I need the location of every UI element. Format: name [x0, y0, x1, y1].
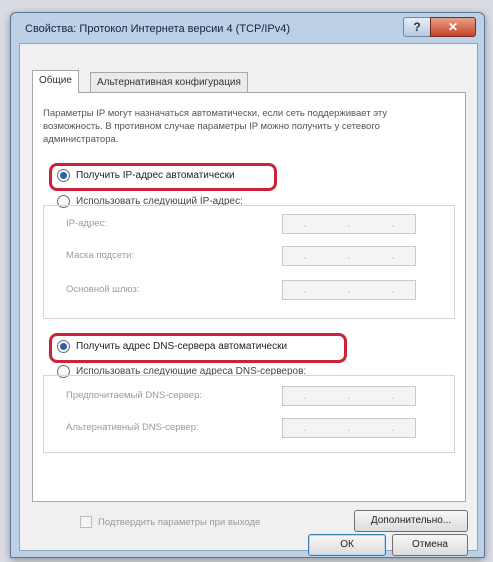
ip-dot: .	[303, 250, 307, 262]
ip-dot: .	[347, 218, 351, 230]
ip-fields-group: IP-адрес: ... Маска подсети: ... Основно…	[43, 205, 455, 319]
ip-auto-radio[interactable]	[57, 169, 70, 182]
window-title: Свойства: Протокол Интернета версии 4 (T…	[25, 23, 291, 35]
title-bar[interactable]: Свойства: Протокол Интернета версии 4 (T…	[11, 13, 484, 43]
help-button[interactable]: ?	[403, 17, 431, 37]
ip-dot: .	[347, 422, 351, 434]
validate-on-exit-option[interactable]: Подтвердить параметры при выходе	[80, 516, 260, 528]
general-tab-pane: Параметры IP могут назначаться автоматич…	[32, 92, 466, 502]
validate-on-exit-label: Подтвердить параметры при выходе	[98, 516, 261, 528]
dialog-client-area: Общие Альтернативная конфигурация Параме…	[19, 43, 478, 556]
tab-alternate-config[interactable]: Альтернативная конфигурация	[90, 72, 248, 93]
dns-fields-group: Предпочитаемый DNS-сервер: ... Альтернат…	[43, 375, 455, 453]
ip-dot: .	[303, 284, 307, 296]
dns-auto-label: Получить адрес DNS-сервера автоматически	[76, 341, 288, 352]
preferred-dns-input[interactable]: ...	[282, 386, 416, 406]
ip-dot: .	[303, 390, 307, 402]
ip-auto-option[interactable]: Получить IP-адрес автоматически	[57, 169, 235, 182]
advanced-button[interactable]: Дополнительно...	[354, 510, 468, 532]
ip-dot: .	[391, 218, 395, 230]
ip-auto-label: Получить IP-адрес автоматически	[76, 170, 235, 181]
ok-button[interactable]: ОК	[308, 534, 386, 556]
ip-dot: .	[391, 422, 395, 434]
validate-on-exit-checkbox[interactable]	[80, 516, 92, 528]
ip-address-input[interactable]: ...	[282, 214, 416, 234]
subnet-mask-label: Маска подсети:	[66, 250, 135, 261]
ip-dot: .	[391, 284, 395, 296]
dns-auto-option[interactable]: Получить адрес DNS-сервера автоматически	[57, 340, 287, 353]
ip-dot: .	[303, 218, 307, 230]
ip-dot: .	[347, 390, 351, 402]
gateway-input[interactable]: ...	[282, 280, 416, 300]
description-text: Параметры IP могут назначаться автоматич…	[43, 108, 388, 145]
alternate-dns-input[interactable]: ...	[282, 418, 416, 438]
ip-dot: .	[347, 250, 351, 262]
cancel-button[interactable]: Отмена	[392, 534, 468, 556]
properties-dialog: Свойства: Протокол Интернета версии 4 (T…	[10, 12, 485, 558]
ip-dot: .	[391, 250, 395, 262]
preferred-dns-label: Предпочитаемый DNS-сервер:	[66, 390, 203, 401]
ip-dot: .	[347, 284, 351, 296]
tab-general[interactable]: Общие	[32, 70, 79, 93]
gateway-label: Основной шлюз:	[66, 284, 140, 295]
ip-address-label: IP-адрес:	[66, 218, 107, 229]
alternate-dns-label: Альтернативный DNS-сервер:	[66, 422, 199, 433]
ip-dot: .	[303, 422, 307, 434]
ip-dot: .	[391, 390, 395, 402]
close-button[interactable]: ✕	[430, 17, 476, 37]
dns-auto-radio[interactable]	[57, 340, 70, 353]
subnet-mask-input[interactable]: ...	[282, 246, 416, 266]
